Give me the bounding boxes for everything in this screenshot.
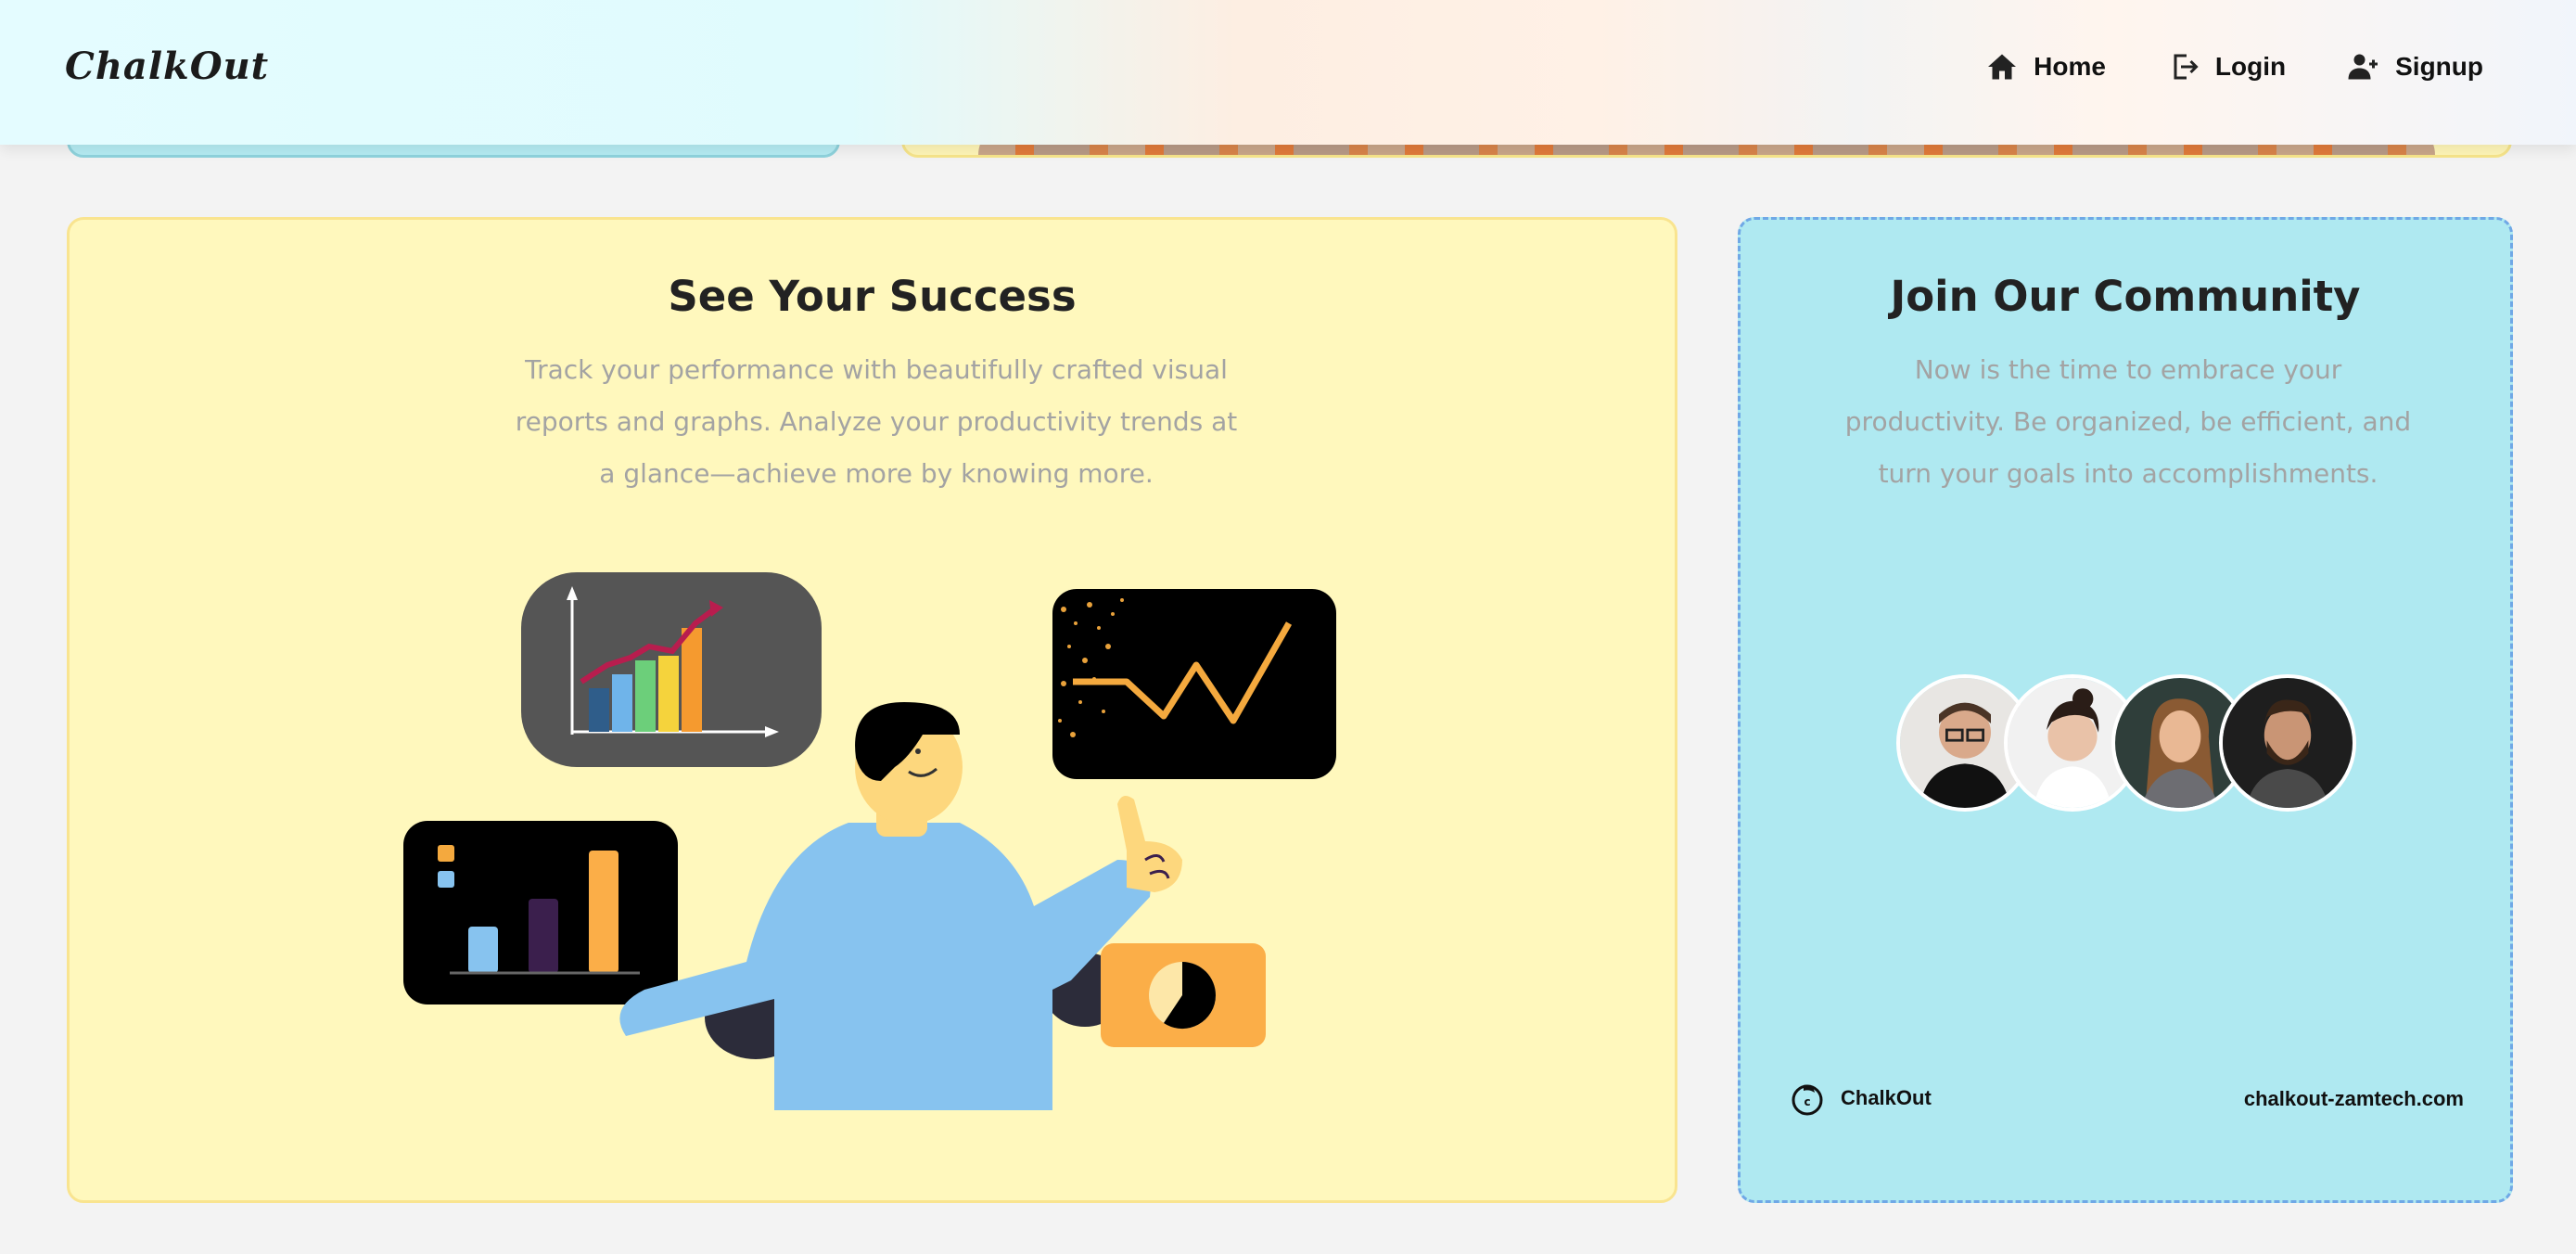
- footer-brand-label: ChalkOut: [1841, 1086, 1932, 1109]
- nav-links: Home Login Signup: [1985, 50, 2483, 83]
- nav-home-label: Home: [2034, 52, 2106, 81]
- community-card: Join Our Community Now is the time to em…: [1738, 217, 2513, 1203]
- home-icon: [1988, 54, 2017, 80]
- nav-login-link[interactable]: Login: [2167, 50, 2286, 83]
- svg-text:c: c: [1804, 1095, 1810, 1108]
- community-title: Join Our Community: [1890, 272, 2361, 321]
- footer-url-link[interactable]: chalkout-zamtech.com: [2244, 1087, 2464, 1111]
- avatar-man-beard: [2219, 674, 2356, 812]
- footer-brand[interactable]: c ChalkOut: [1789, 1080, 1932, 1117]
- login-icon: [2174, 54, 2199, 80]
- chalkout-logo-icon: c: [1792, 1084, 1823, 1116]
- avatar-group: [1896, 674, 2356, 812]
- brand-logo[interactable]: ChalkOut: [65, 45, 269, 88]
- community-description: Now is the time to embrace your producti…: [1844, 354, 2412, 489]
- nav-home-link[interactable]: Home: [1985, 50, 2106, 83]
- success-description: Track your performance with beautifully …: [515, 354, 1238, 489]
- nav-signup-label: Signup: [2395, 52, 2483, 81]
- person-pointing-at-charts-illustration: [403, 572, 1336, 1110]
- success-title: See Your Success: [668, 272, 1077, 321]
- success-card: See Your Success Track your performance …: [67, 217, 1677, 1203]
- navbar: ChalkOut Home Login Signup: [0, 0, 2576, 145]
- nav-signup-link[interactable]: Signup: [2347, 50, 2483, 83]
- user-plus-icon: [2348, 54, 2378, 80]
- nav-login-label: Login: [2214, 52, 2287, 81]
